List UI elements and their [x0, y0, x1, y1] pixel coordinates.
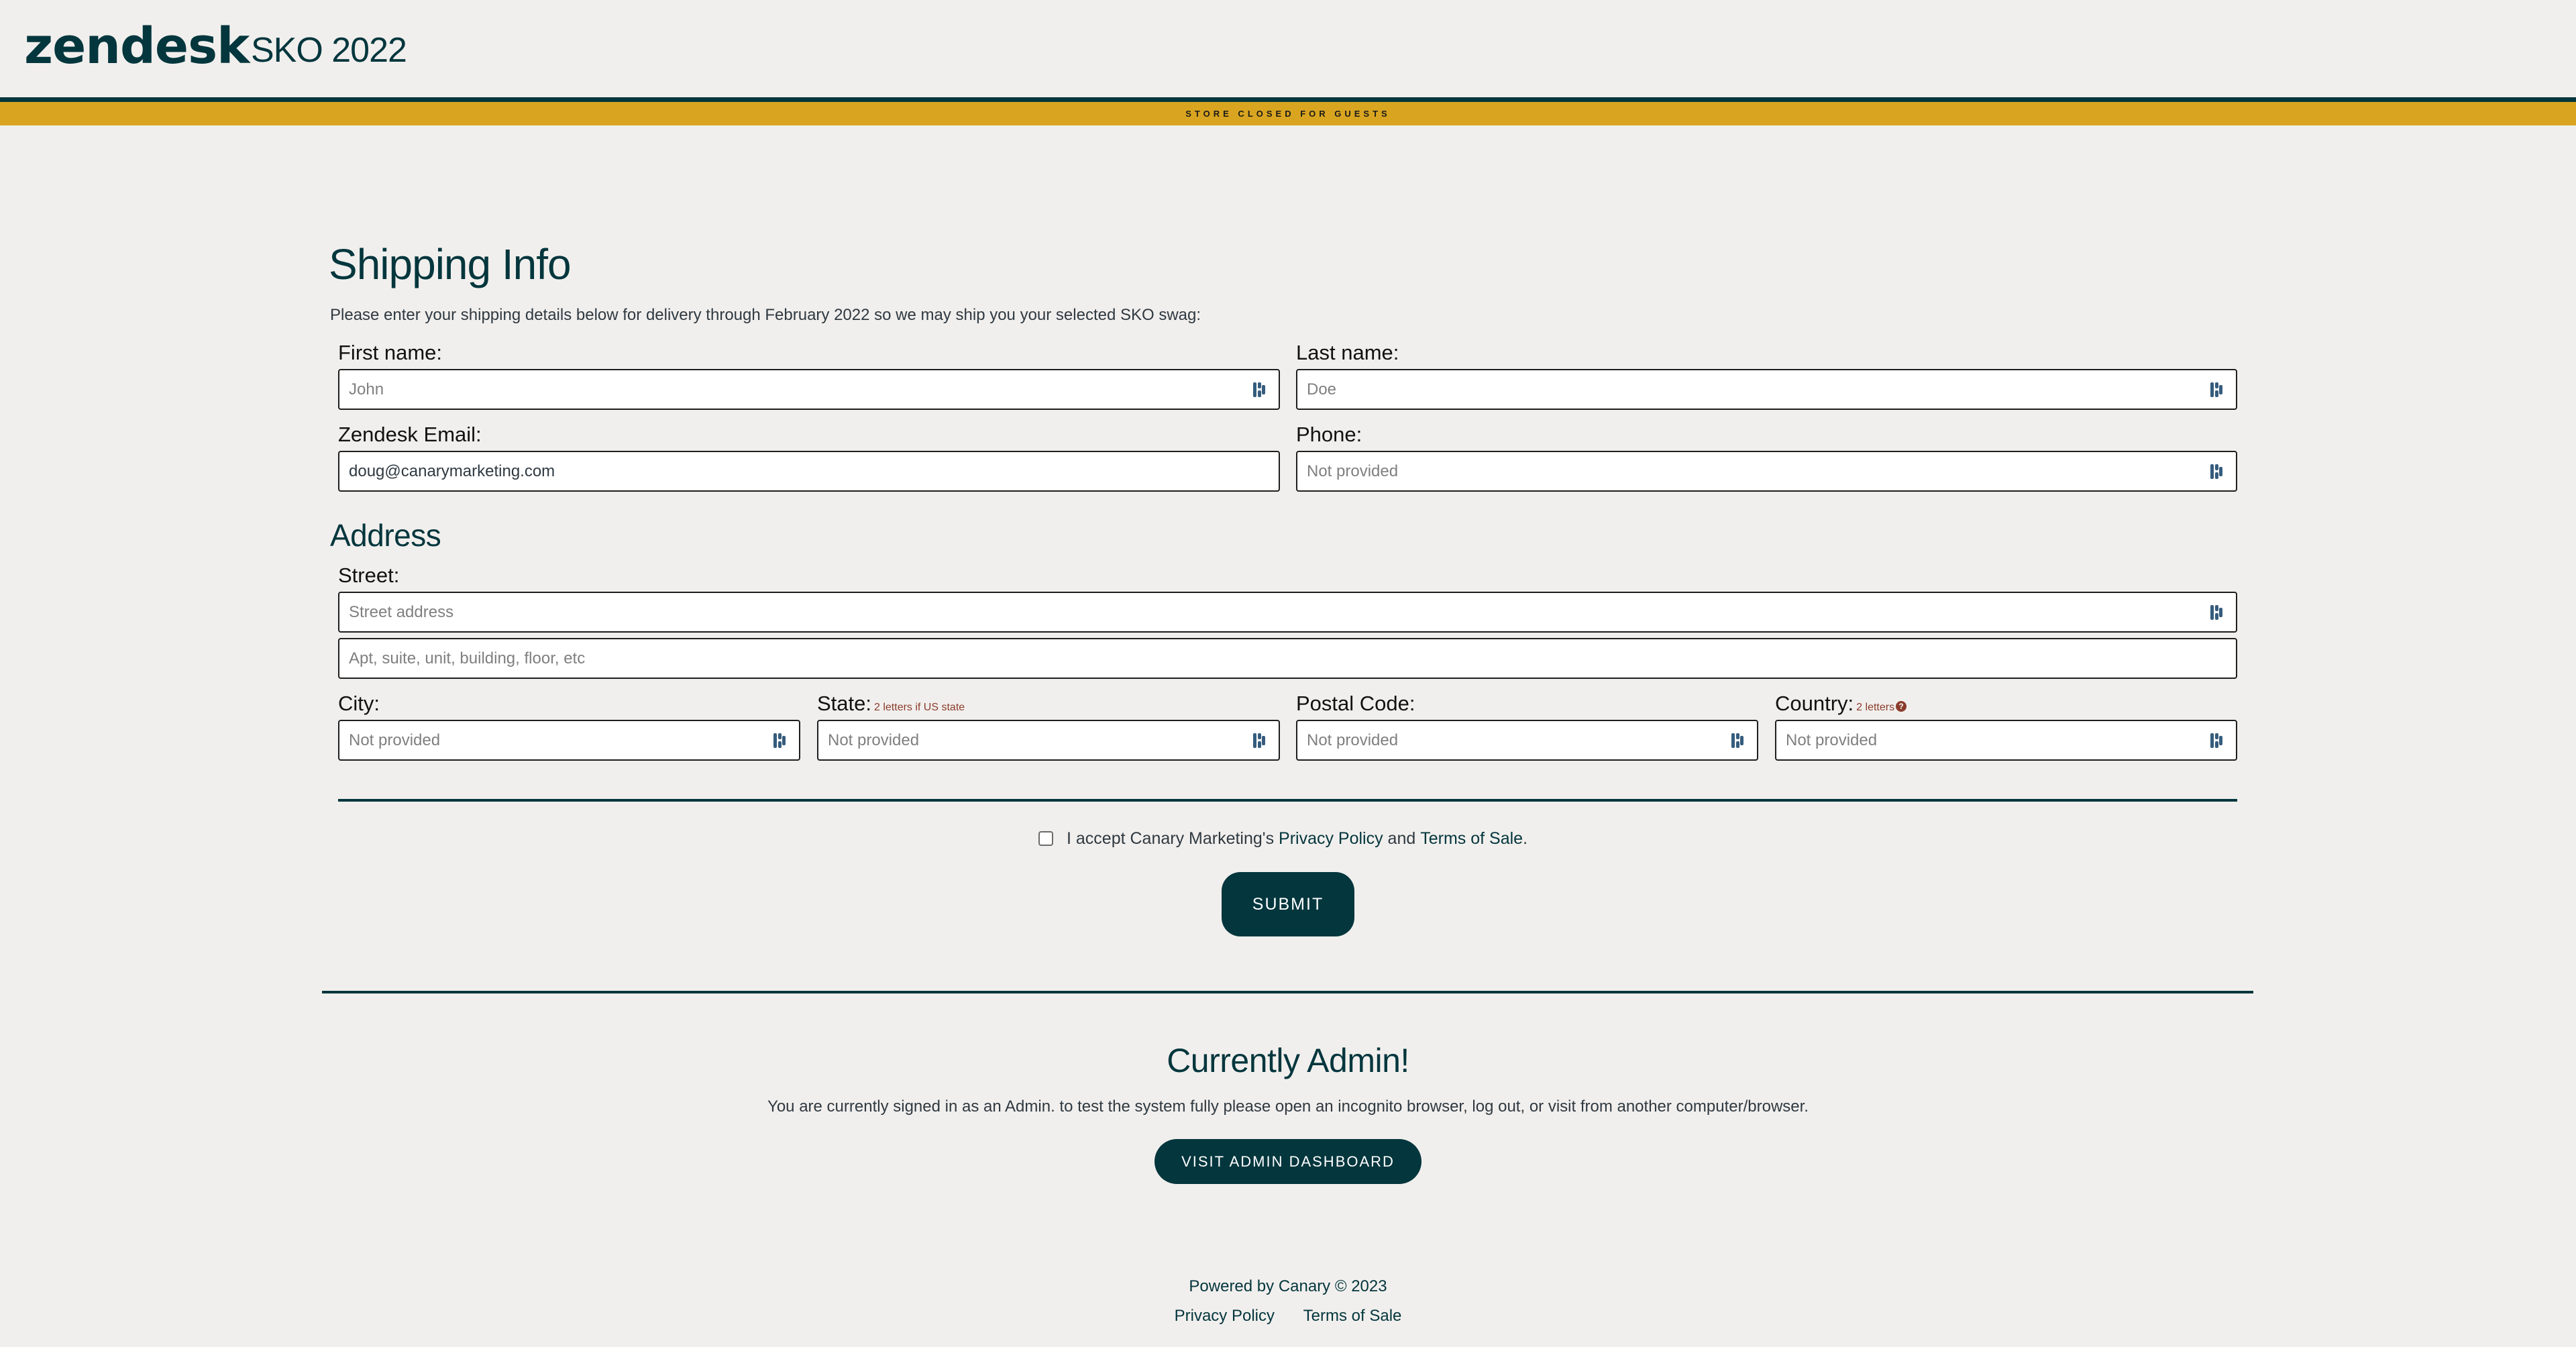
city-field[interactable]: Not provided	[338, 720, 800, 761]
zendesk-logo[interactable]: zendesk	[24, 9, 250, 83]
phone-label: Phone:	[1296, 423, 1362, 446]
password-manager-icon[interactable]	[2210, 732, 2222, 749]
first-name-placeholder: John	[349, 380, 384, 398]
password-manager-icon[interactable]	[2210, 604, 2222, 621]
footer-terms-of-sale-link[interactable]: Terms of Sale	[1303, 1307, 1402, 1325]
password-manager-icon[interactable]	[773, 732, 786, 749]
form-divider	[338, 799, 2237, 802]
postal-code-label: Postal Code:	[1296, 692, 1415, 716]
postal-code-label-text: Postal Code:	[1296, 692, 1415, 715]
country-label: Country: 2 letters?	[1775, 692, 1907, 720]
banner-text: STORE CLOSED FOR GUESTS	[1185, 109, 1391, 119]
street-placeholder: Street address	[349, 602, 454, 621]
page-description: Please enter your shipping details below…	[330, 306, 1201, 324]
store-status-banner: STORE CLOSED FOR GUESTS	[0, 102, 2576, 125]
last-name-label: Last name:	[1296, 341, 1399, 364]
page-title: Shipping Info	[329, 240, 572, 288]
section-divider	[322, 991, 2253, 993]
consent-row: I accept Canary Marketing's Privacy Poli…	[1038, 826, 1527, 851]
street-field[interactable]: Street address	[338, 592, 2237, 633]
footer-privacy-policy-link[interactable]: Privacy Policy	[1175, 1307, 1275, 1325]
address-heading: Address	[330, 518, 441, 553]
state-label: State: 2 letters if US state	[817, 692, 965, 720]
phone-placeholder: Not provided	[1307, 462, 1399, 480]
help-icon[interactable]: ?	[1896, 701, 1907, 712]
admin-heading: Currently Admin!	[1167, 1042, 1409, 1079]
last-name-field[interactable]: Doe	[1296, 369, 2237, 410]
password-manager-icon[interactable]	[1253, 381, 1265, 398]
street2-placeholder: Apt, suite, unit, building, floor, etc	[349, 649, 586, 667]
footer-links: Privacy Policy Terms of Sale	[0, 1305, 2576, 1327]
password-manager-icon[interactable]	[1731, 732, 1743, 749]
consent-suffix: .	[1523, 828, 1528, 848]
consent-middle: and	[1383, 828, 1421, 848]
event-title: SKO 2022	[251, 31, 407, 70]
admin-notice: You are currently signed in as an Admin.…	[767, 1097, 1809, 1116]
postal-code-field[interactable]: Not provided	[1296, 720, 1758, 761]
state-label-text: State:	[817, 692, 871, 715]
accept-terms-checkbox[interactable]	[1038, 831, 1053, 846]
country-placeholder: Not provided	[1786, 731, 1878, 749]
first-name-field[interactable]: John	[338, 369, 1280, 410]
street-label: Street:	[338, 563, 400, 587]
country-hint: 2 letters	[1856, 702, 1895, 713]
city-label: City:	[338, 692, 380, 716]
consent-prefix: I accept Canary Marketing's	[1067, 828, 1279, 848]
last-name-placeholder: Doe	[1307, 380, 1337, 398]
state-placeholder: Not provided	[828, 731, 920, 749]
postal-code-placeholder: Not provided	[1307, 731, 1399, 749]
privacy-policy-link[interactable]: Privacy Policy	[1279, 829, 1383, 849]
country-field[interactable]: Not provided	[1775, 720, 2237, 761]
email-value: doug@canarymarketing.com	[349, 462, 555, 480]
terms-of-sale-link[interactable]: Terms of Sale	[1420, 829, 1523, 849]
password-manager-icon[interactable]	[2210, 463, 2222, 480]
state-hint: 2 letters if US state	[874, 702, 965, 713]
email-label: Zendesk Email:	[338, 423, 482, 446]
street2-field[interactable]: Apt, suite, unit, building, floor, etc	[338, 638, 2237, 679]
country-label-text: Country:	[1775, 692, 1854, 715]
powered-by: Powered by Canary © 2023	[1189, 1277, 1387, 1295]
password-manager-icon[interactable]	[1253, 732, 1265, 749]
header-divider	[0, 97, 2576, 102]
city-placeholder: Not provided	[349, 731, 441, 749]
phone-field[interactable]: Not provided	[1296, 451, 2237, 492]
submit-button[interactable]: SUBMIT	[1222, 872, 1354, 936]
password-manager-icon[interactable]	[2210, 381, 2222, 398]
email-field[interactable]: doug@canarymarketing.com	[338, 451, 1280, 492]
state-field[interactable]: Not provided	[817, 720, 1280, 761]
first-name-label: First name:	[338, 341, 443, 364]
city-label-text: City:	[338, 692, 380, 715]
visit-admin-dashboard-button[interactable]: VISIT ADMIN DASHBOARD	[1155, 1139, 1421, 1184]
